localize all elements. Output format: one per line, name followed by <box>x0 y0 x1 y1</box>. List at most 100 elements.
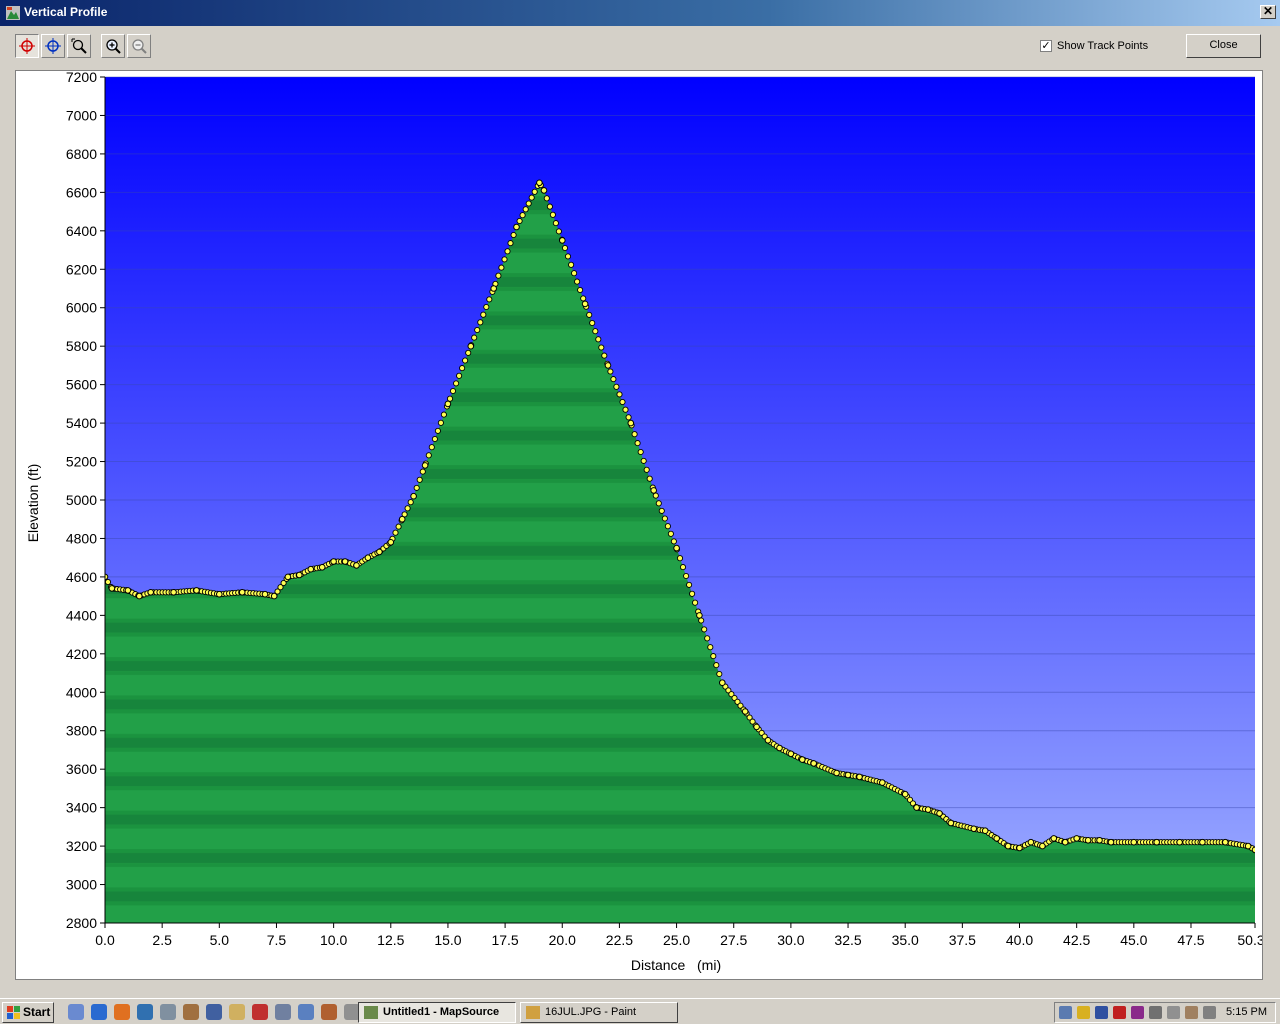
data-point[interactable] <box>1153 838 1160 846</box>
track-point[interactable] <box>571 270 578 277</box>
track-point[interactable] <box>701 626 708 633</box>
data-point[interactable] <box>490 285 498 292</box>
window-close-icon[interactable]: ✕ <box>1260 5 1276 19</box>
data-point[interactable] <box>947 819 955 827</box>
track-point[interactable] <box>453 380 460 387</box>
track-point[interactable] <box>710 653 717 660</box>
data-point[interactable] <box>330 558 337 565</box>
track-point[interactable] <box>459 365 466 372</box>
track-point[interactable] <box>504 248 511 255</box>
track-point[interactable] <box>589 319 596 327</box>
monitor-tray-icon[interactable] <box>1095 1006 1108 1019</box>
track-point[interactable] <box>683 572 690 580</box>
track-point[interactable] <box>707 644 714 651</box>
firefox-icon[interactable] <box>114 1004 130 1020</box>
track-point[interactable] <box>531 188 538 195</box>
track-point[interactable] <box>716 670 723 678</box>
data-point[interactable] <box>627 419 635 427</box>
data-point[interactable] <box>124 587 132 594</box>
data-point[interactable] <box>696 612 703 619</box>
network-icon[interactable] <box>137 1004 153 1020</box>
track-point[interactable] <box>646 475 653 482</box>
data-point[interactable] <box>1084 837 1092 844</box>
track-point[interactable] <box>574 278 581 285</box>
track-point[interactable] <box>670 538 677 545</box>
ie-icon[interactable] <box>91 1004 107 1020</box>
track-point[interactable] <box>640 457 647 464</box>
data-point[interactable] <box>799 756 806 763</box>
track-point[interactable] <box>595 336 602 343</box>
data-point[interactable] <box>467 342 475 350</box>
data-point[interactable] <box>147 589 154 596</box>
data-point[interactable] <box>318 564 326 571</box>
track-point[interactable] <box>419 468 426 475</box>
track-point[interactable] <box>655 500 662 507</box>
data-point[interactable] <box>1199 838 1206 846</box>
data-point[interactable] <box>924 806 932 813</box>
zoom-area-button[interactable] <box>67 34 91 58</box>
device-tray-icon[interactable] <box>1203 1006 1216 1019</box>
data-point[interactable] <box>650 487 658 494</box>
data-point[interactable] <box>879 779 886 786</box>
data-point[interactable] <box>559 237 566 244</box>
mail-icon[interactable] <box>160 1004 176 1020</box>
data-point[interactable] <box>364 554 372 562</box>
track-point[interactable] <box>704 635 711 642</box>
show-track-points-checkbox[interactable]: ✓ <box>1040 40 1052 52</box>
track-point[interactable] <box>498 264 505 271</box>
data-point[interactable] <box>387 539 395 546</box>
data-point[interactable] <box>1039 842 1046 850</box>
data-point[interactable] <box>513 223 520 231</box>
data-point[interactable] <box>856 773 863 781</box>
data-point[interactable] <box>719 679 726 687</box>
track-point[interactable] <box>474 326 481 334</box>
folder-icon[interactable] <box>229 1004 245 1020</box>
data-point[interactable] <box>216 590 223 598</box>
data-point[interactable] <box>1016 844 1023 852</box>
data-point[interactable] <box>1061 838 1069 846</box>
track-point[interactable] <box>652 492 659 499</box>
track-point[interactable] <box>692 599 699 606</box>
shield-tray-icon[interactable] <box>1077 1006 1090 1019</box>
data-point[interactable] <box>1004 842 1012 850</box>
track-point[interactable] <box>440 411 447 418</box>
gps-icon[interactable] <box>183 1004 199 1020</box>
center-map-button[interactable] <box>41 34 65 58</box>
track-point[interactable] <box>471 334 478 341</box>
track-point[interactable] <box>462 357 469 364</box>
antivirus-tray-icon[interactable] <box>1131 1006 1144 1019</box>
data-point[interactable] <box>1050 835 1058 842</box>
track-point[interactable] <box>431 435 438 443</box>
data-point[interactable] <box>1222 838 1229 846</box>
track-point[interactable] <box>619 398 626 406</box>
track-point[interactable] <box>564 253 572 260</box>
data-point[interactable] <box>993 835 1001 842</box>
track-point[interactable] <box>610 376 617 383</box>
track-point[interactable] <box>601 352 608 359</box>
track-point[interactable] <box>658 507 665 514</box>
track-point[interactable] <box>679 564 687 571</box>
track-point[interactable] <box>667 530 674 537</box>
track-point[interactable] <box>664 523 671 530</box>
data-point[interactable] <box>1244 842 1252 850</box>
track-point[interactable] <box>625 414 632 421</box>
track-point[interactable] <box>425 452 432 459</box>
document-icon[interactable] <box>298 1004 314 1020</box>
start-button[interactable]: Start <box>2 1002 54 1023</box>
track-point[interactable] <box>546 203 553 210</box>
track-point[interactable] <box>407 499 414 506</box>
track-point[interactable] <box>549 211 556 218</box>
data-point[interactable] <box>764 737 772 744</box>
data-point[interactable] <box>1073 835 1080 842</box>
track-point[interactable] <box>495 272 502 279</box>
data-point[interactable] <box>1130 838 1138 846</box>
data-point[interactable] <box>410 492 417 500</box>
data-point[interactable] <box>753 723 760 731</box>
data-point[interactable] <box>1027 838 1035 846</box>
image-icon[interactable] <box>321 1004 337 1020</box>
track-point[interactable] <box>528 194 535 201</box>
track-point[interactable] <box>555 228 562 235</box>
track-point[interactable] <box>465 349 472 356</box>
track-point[interactable] <box>607 368 614 375</box>
data-point[interactable] <box>844 771 852 779</box>
